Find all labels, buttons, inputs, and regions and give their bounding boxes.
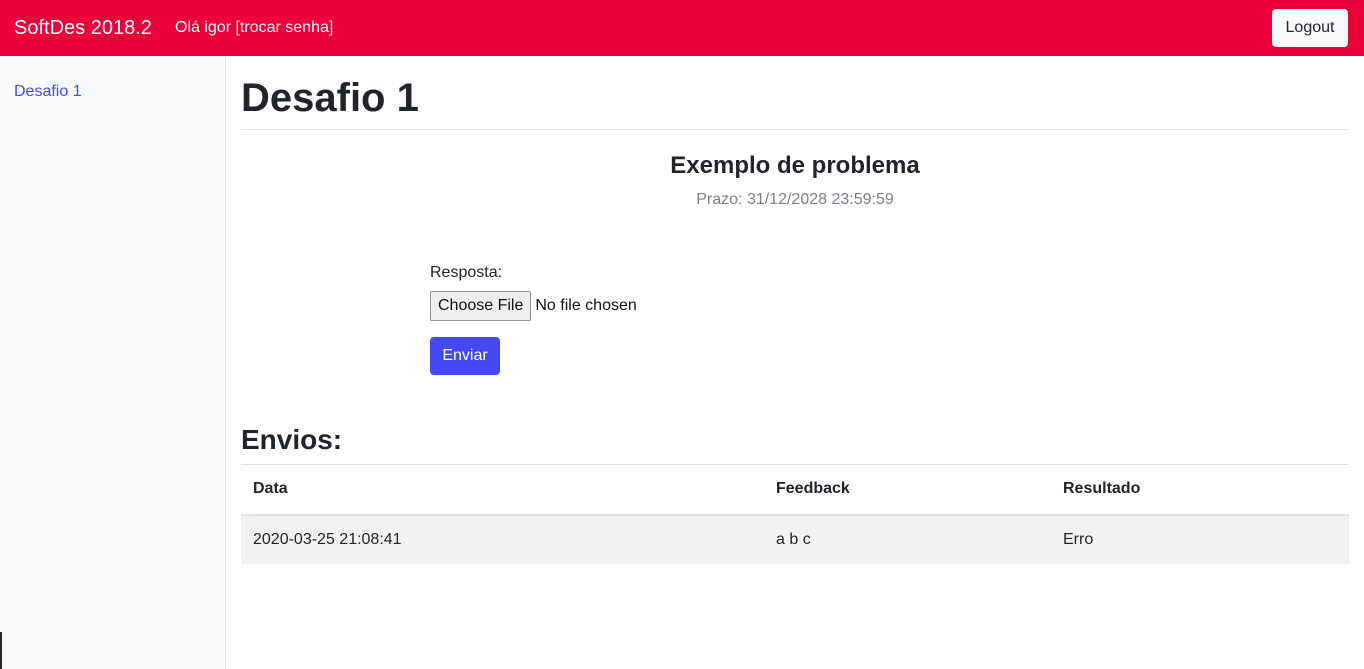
cell-date: 2020-03-25 21:08:41 (241, 514, 764, 564)
main-content: Desafio 1 Exemplo de problema Prazo: 31/… (226, 56, 1364, 669)
submissions-table: Data Feedback Resultado 2020-03-25 21:08… (241, 464, 1349, 564)
column-header-data: Data (241, 464, 764, 516)
title-divider (241, 129, 1349, 130)
file-input: Choose File No file chosen (430, 291, 637, 321)
change-password-link[interactable]: [trocar senha] (235, 19, 333, 36)
table-row: 2020-03-25 21:08:41 a b c Erro (241, 514, 1349, 564)
app-brand[interactable]: SoftDes 2018.2 (14, 16, 152, 40)
sidebar: Desafio 1 (0, 56, 226, 669)
user-greeting: Olá igor [trocar senha] (175, 18, 333, 38)
top-navbar: SoftDes 2018.2 Olá igor [trocar senha] L… (0, 0, 1364, 56)
page-title: Desafio 1 (241, 76, 419, 120)
sidebar-item-desafio-1[interactable]: Desafio 1 (14, 83, 82, 101)
cell-feedback: a b c (764, 514, 1051, 564)
deadline-value: Prazo: 31/12/2028 23:59:59 (696, 191, 894, 208)
answer-label: Resposta: (430, 264, 503, 281)
problem-title: Exemplo de problema (670, 152, 920, 179)
table-header-row: Data Feedback Resultado (241, 464, 1349, 516)
greeting-text: Olá igor (175, 19, 232, 36)
submit-button[interactable]: Enviar (430, 337, 500, 375)
choose-file-button[interactable]: Choose File (430, 291, 532, 321)
window-edge-divider (0, 632, 2, 669)
cell-result: Erro (1051, 514, 1349, 564)
column-header-feedback: Feedback (764, 464, 1051, 516)
deadline-text: Prazo: 31/12/2028 23:59:59 (241, 190, 1349, 210)
submissions-heading: Envios: (241, 424, 343, 455)
logout-button[interactable]: Logout (1272, 9, 1348, 47)
file-status-text: No file chosen (535, 297, 637, 314)
column-header-result: Resultado (1051, 464, 1349, 516)
